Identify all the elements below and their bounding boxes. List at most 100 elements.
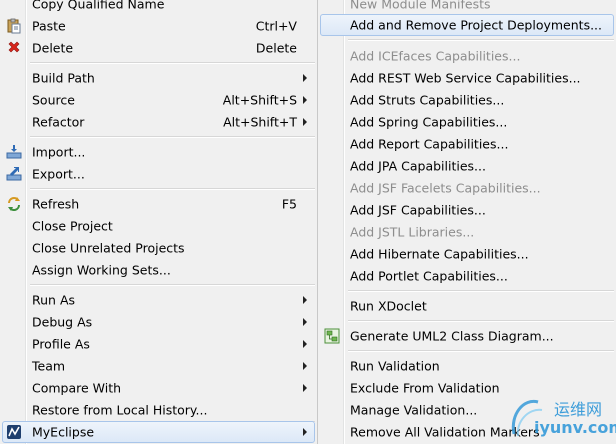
menu-item-label: Add and Remove Project Deployments... — [350, 17, 602, 33]
menu-item-add-icefaces-capabilities[interactable]: Add ICEfaces Capabilities... — [320, 45, 614, 67]
menu-item-team[interactable]: Team — [2, 355, 315, 377]
myeclipse-icon — [6, 424, 22, 440]
menu-item-label: Add ICEfaces Capabilities... — [350, 48, 521, 64]
menu-item-label: Profile As — [32, 336, 90, 352]
menu-separator — [348, 290, 614, 292]
menu-item-label: Run XDoclet — [350, 298, 427, 314]
menu-item-shortcut: Alt+Shift+T — [223, 114, 297, 130]
menu-item-label: Refactor — [32, 114, 85, 130]
menu-item-add-struts-capabilities[interactable]: Add Struts Capabilities... — [320, 89, 614, 111]
menu-item-add-remove-project-deployments[interactable]: Add and Remove Project Deployments... — [320, 14, 614, 36]
menu-item-add-jpa-capabilities[interactable]: Add JPA Capabilities... — [320, 155, 614, 177]
project-context-menu: Copy Qualified Name Paste Ctrl+V Delete … — [0, 0, 318, 444]
menu-item-label: Manage Validation... — [350, 402, 478, 418]
menu-item-label: Source — [32, 92, 75, 108]
uml-diagram-icon — [324, 328, 340, 344]
menu-separator — [30, 188, 315, 190]
menu-separator — [348, 39, 614, 41]
menu-item-label: Add JPA Capabilities... — [350, 158, 486, 174]
menu-item-paste[interactable]: Paste Ctrl+V — [2, 15, 315, 37]
menu-item-run-validation[interactable]: Run Validation — [320, 355, 614, 377]
menu-item-copy-qualified-name[interactable]: Copy Qualified Name — [2, 0, 315, 15]
menu-item-shortcut: F5 — [281, 196, 297, 212]
menu-item-shortcut: Delete — [255, 40, 297, 56]
menu-item-label: Add Hibernate Capabilities... — [350, 246, 529, 262]
menu-item-label: Copy Qualified Name — [32, 0, 165, 12]
myeclipse-submenu: New Module Manifests Add and Remove Proj… — [318, 0, 616, 444]
menu-item-add-jstl-libraries[interactable]: Add JSTL Libraries... — [320, 221, 614, 243]
submenu-arrow-icon — [303, 74, 307, 82]
menu-item-label: Add Report Capabilities... — [350, 136, 509, 152]
menu-item-refactor[interactable]: Refactor Alt+Shift+T — [2, 111, 315, 133]
menu-item-label: Team — [32, 358, 66, 374]
menu-item-label: MyEclipse — [32, 424, 95, 440]
menu-item-myeclipse[interactable]: MyEclipse — [2, 421, 315, 443]
menu-item-delete[interactable]: Delete Delete — [2, 37, 315, 59]
menu-item-run-xdoclet[interactable]: Run XDoclet — [320, 295, 614, 317]
menu-item-label: Generate UML2 Class Diagram... — [350, 328, 554, 344]
menu-item-debug-as[interactable]: Debug As — [2, 311, 315, 333]
menu-item-label: Add Struts Capabilities... — [350, 92, 505, 108]
menu-item-shortcut: Ctrl+V — [255, 18, 297, 34]
menu-item-label: Exclude From Validation — [350, 380, 500, 396]
menu-separator — [30, 62, 315, 64]
menu-item-label: Assign Working Sets... — [32, 262, 171, 278]
menu-item-compare-with[interactable]: Compare With — [2, 377, 315, 399]
menu-item-source[interactable]: Source Alt+Shift+S — [2, 89, 315, 111]
menu-item-import[interactable]: Import... — [2, 141, 315, 163]
menu-item-restore-from-local-history[interactable]: Restore from Local History... — [2, 399, 315, 421]
refresh-icon — [6, 196, 22, 212]
menu-item-label: Paste — [32, 18, 66, 34]
submenu-arrow-icon — [303, 318, 307, 326]
menu-item-label: Add Portlet Capabilities... — [350, 268, 508, 284]
menu-item-label: Refresh — [32, 196, 80, 212]
watermark-brand: 运维网 — [554, 400, 603, 419]
menu-item-close-project[interactable]: Close Project — [2, 215, 315, 237]
paste-icon — [6, 18, 22, 34]
menu-item-run-as[interactable]: Run As — [2, 289, 315, 311]
menu-item-build-path[interactable]: Build Path — [2, 67, 315, 89]
menu-item-label: Import... — [32, 144, 86, 160]
menu-item-new-module-manifests[interactable]: New Module Manifests — [320, 0, 614, 15]
menu-item-close-unrelated-projects[interactable]: Close Unrelated Projects — [2, 237, 315, 259]
menu-item-label: Add REST Web Service Capabilities... — [350, 70, 581, 86]
menu-separator — [30, 136, 315, 138]
menu-item-label: Run Validation — [350, 358, 440, 374]
menu-item-label: Add JSF Capabilities... — [350, 202, 486, 218]
menu-item-label: Add JSF Facelets Capabilities... — [350, 180, 541, 196]
menu-item-add-jsf-capabilities[interactable]: Add JSF Capabilities... — [320, 199, 614, 221]
menu-item-refresh[interactable]: Refresh F5 — [2, 193, 315, 215]
menu-separator — [348, 350, 614, 352]
menu-item-label: Close Project — [32, 218, 113, 234]
menu-item-label: Debug As — [32, 314, 93, 330]
menu-item-label: Restore from Local History... — [32, 402, 208, 418]
menu-item-label: Export... — [32, 166, 85, 182]
menu-item-export[interactable]: Export... — [2, 163, 315, 185]
menu-item-label: Compare With — [32, 380, 122, 396]
menu-item-add-hibernate-capabilities[interactable]: Add Hibernate Capabilities... — [320, 243, 614, 265]
menu-item-label: Close Unrelated Projects — [32, 240, 185, 256]
menu-item-shortcut: Alt+Shift+S — [222, 92, 297, 108]
menu-item-add-spring-capabilities[interactable]: Add Spring Capabilities... — [320, 111, 614, 133]
menu-item-add-portlet-capabilities[interactable]: Add Portlet Capabilities... — [320, 265, 614, 287]
menu-item-add-report-capabilities[interactable]: Add Report Capabilities... — [320, 133, 614, 155]
menu-item-label: New Module Manifests — [350, 0, 491, 12]
menu-item-add-jsf-facelets-capabilities[interactable]: Add JSF Facelets Capabilities... — [320, 177, 614, 199]
import-icon — [6, 144, 22, 160]
watermark: 运维网 iyunv.com — [508, 392, 616, 444]
menu-separator — [348, 320, 614, 322]
menu-item-add-rest-web-service-capabilities[interactable]: Add REST Web Service Capabilities... — [320, 67, 614, 89]
menu-item-assign-working-sets[interactable]: Assign Working Sets... — [2, 259, 315, 281]
submenu-arrow-icon — [303, 428, 307, 436]
menu-item-generate-uml2-class-diagram[interactable]: Generate UML2 Class Diagram... — [320, 325, 614, 347]
export-icon — [6, 166, 22, 182]
menu-item-label: Add Spring Capabilities... — [350, 114, 508, 130]
menu-item-label: Build Path — [32, 70, 95, 86]
menu-item-label: Delete — [32, 40, 74, 56]
menu-item-profile-as[interactable]: Profile As — [2, 333, 315, 355]
menu-separator — [30, 284, 315, 286]
delete-icon — [6, 40, 22, 56]
submenu-arrow-icon — [303, 96, 307, 104]
menu-item-label: Add JSTL Libraries... — [350, 224, 475, 240]
submenu-arrow-icon — [303, 340, 307, 348]
